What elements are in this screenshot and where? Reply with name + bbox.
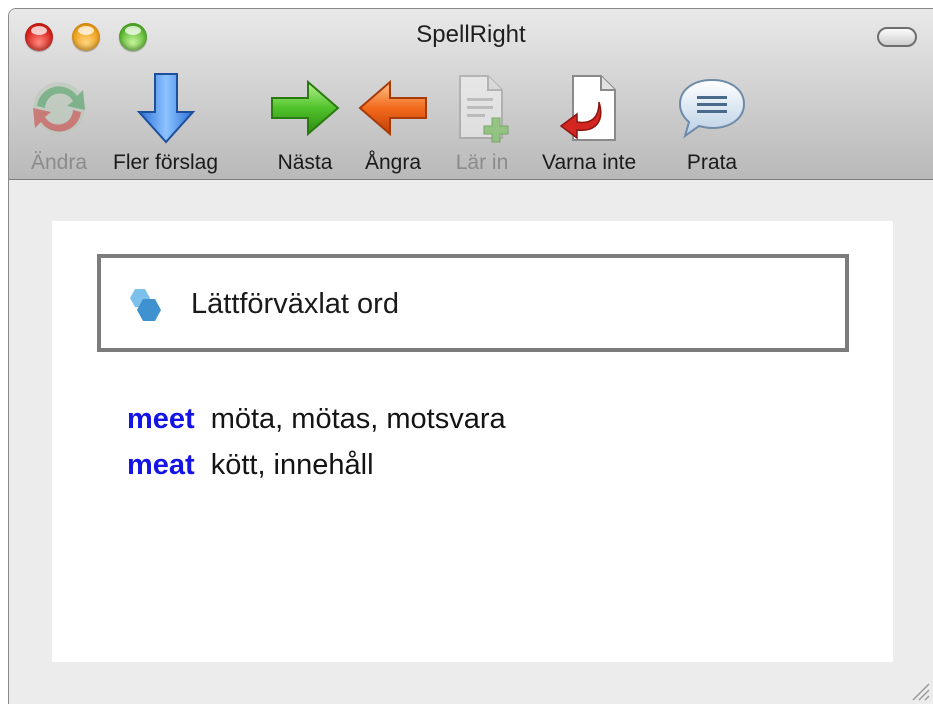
next-label: Nästa xyxy=(277,151,333,174)
spellright-window: SpellRight Ändra Fler förslag Nästa Ångr… xyxy=(8,8,933,704)
word-entry-meat: meat kött, innehåll xyxy=(127,442,506,488)
down-arrow-icon xyxy=(130,69,202,147)
hexagon-icon xyxy=(123,285,167,329)
left-arrow-icon xyxy=(357,69,429,147)
window-title: SpellRight xyxy=(416,21,526,48)
toolbar-toggle-button[interactable] xyxy=(877,27,917,47)
entry-word: meet xyxy=(127,403,195,435)
undo-label: Ångra xyxy=(364,151,422,174)
dont-warn-button[interactable]: Varna inte xyxy=(542,69,636,175)
speak-label: Prata xyxy=(686,151,738,174)
suggestion-panel: Lättförväxlat ord meet möta, mötas, motsv… xyxy=(52,221,893,662)
entry-word: meat xyxy=(127,449,195,481)
learn-button[interactable]: Lär in xyxy=(446,69,518,175)
entry-translation: kött, innehåll xyxy=(210,449,374,481)
document-arrow-icon xyxy=(553,69,625,147)
word-list: meet möta, mötas, motsvara meat kött, inne… xyxy=(127,396,506,488)
category-title: Lättförväxlat ord xyxy=(191,288,399,320)
dont-warn-label: Varna inte xyxy=(542,151,637,174)
learn-label: Lär in xyxy=(455,151,509,174)
more-suggestions-label: Fler förslag xyxy=(113,151,219,174)
resize-grip[interactable] xyxy=(909,680,931,702)
right-arrow-icon xyxy=(269,69,341,147)
add-document-icon xyxy=(446,69,518,147)
more-suggestions-button[interactable]: Fler förslag xyxy=(113,69,218,175)
entry-translation: möta, mötas, motsvara xyxy=(210,403,506,435)
change-label: Ändra xyxy=(30,151,88,174)
next-button[interactable]: Nästa xyxy=(269,69,341,175)
category-header: Lättförväxlat ord xyxy=(97,254,849,352)
word-entry-meet: meet möta, mötas, motsvara xyxy=(127,396,506,442)
change-arrows-icon xyxy=(23,69,95,147)
speech-bubble-icon xyxy=(676,69,748,147)
speak-button[interactable]: Prata xyxy=(676,69,748,175)
title-toolbar: SpellRight Ändra Fler förslag Nästa Ångr… xyxy=(9,9,933,180)
undo-button[interactable]: Ångra xyxy=(357,69,429,175)
change-button[interactable]: Ändra xyxy=(23,69,95,175)
